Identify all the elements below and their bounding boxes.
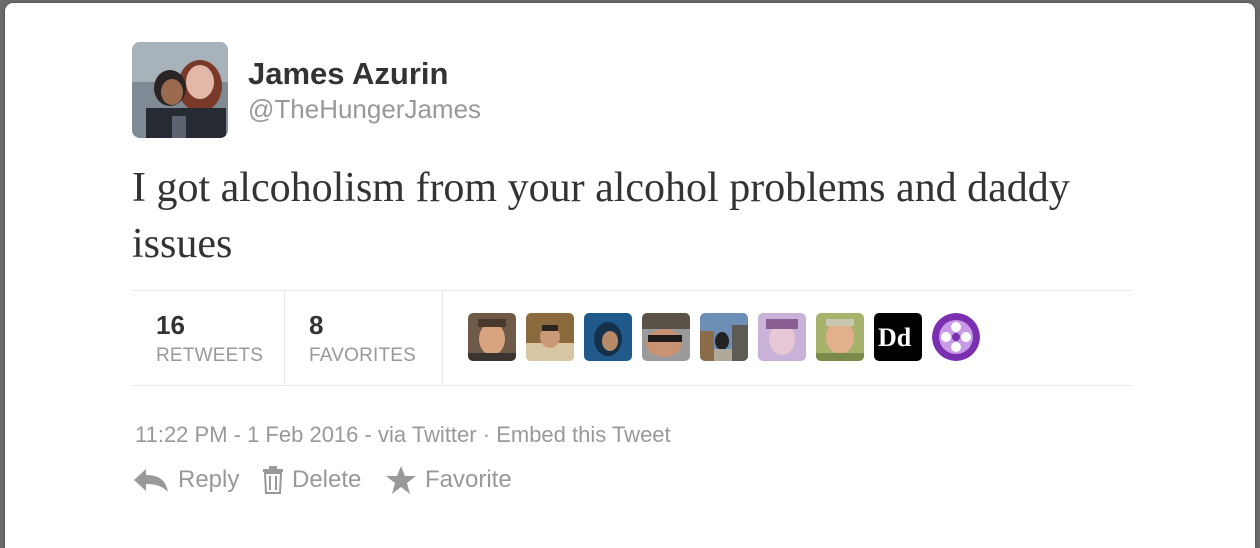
trash-icon <box>263 466 283 494</box>
delete-button[interactable]: Delete <box>262 460 361 500</box>
favoriter-avatar[interactable] <box>700 313 748 361</box>
retweets-stat[interactable]: 16 RETWEETS <box>132 291 285 385</box>
favoriter-avatar[interactable]: Dd <box>874 313 922 361</box>
embed-tweet-link[interactable]: Embed this Tweet <box>496 422 670 447</box>
favorites-label: FAVORITES <box>309 345 417 366</box>
meta-separator: · <box>482 422 491 447</box>
star-icon <box>386 466 416 494</box>
tweet-source[interactable]: via Twitter <box>378 422 477 447</box>
retweets-count: 16 <box>156 310 185 340</box>
tweet-meta: 11:22 PM - 1 Feb 2016 - via Twitter · Em… <box>135 422 671 448</box>
favoriter-avatar[interactable] <box>932 313 980 361</box>
author-handle[interactable]: @TheHungerJames <box>248 94 481 125</box>
favoriter-avatar[interactable] <box>816 313 864 361</box>
reply-button[interactable]: Reply <box>132 460 239 500</box>
tweet-card: James Azurin @TheHungerJames I got alcoh… <box>5 3 1255 548</box>
meta-dash: - <box>364 422 372 447</box>
favorite-button[interactable]: Favorite <box>385 460 512 500</box>
favoriter-avatar[interactable] <box>758 313 806 361</box>
author-name[interactable]: James Azurin <box>248 56 448 92</box>
author-avatar[interactable] <box>132 42 228 138</box>
favoriter-avatar[interactable] <box>526 313 574 361</box>
delete-label: Delete <box>292 466 362 493</box>
tweet-timestamp[interactable]: 11:22 PM - 1 Feb 2016 <box>135 422 358 447</box>
favorites-count: 8 <box>309 310 324 340</box>
retweets-label: RETWEETS <box>156 345 264 366</box>
favoriter-avatar[interactable] <box>642 313 690 361</box>
favoriter-avatar[interactable] <box>584 313 632 361</box>
reply-label: Reply <box>178 466 240 493</box>
favoriter-avatar[interactable] <box>468 313 516 361</box>
favorite-label: Favorite <box>425 466 512 493</box>
svg-text:Dd: Dd <box>878 323 912 352</box>
tweet-stats: 16 RETWEETS 8 FAVORITES Dd <box>132 290 1132 386</box>
favorites-stat[interactable]: 8 FAVORITES <box>285 291 443 385</box>
tweet-text: I got alcoholism from your alcohol probl… <box>132 165 1070 267</box>
reply-icon <box>134 469 168 492</box>
